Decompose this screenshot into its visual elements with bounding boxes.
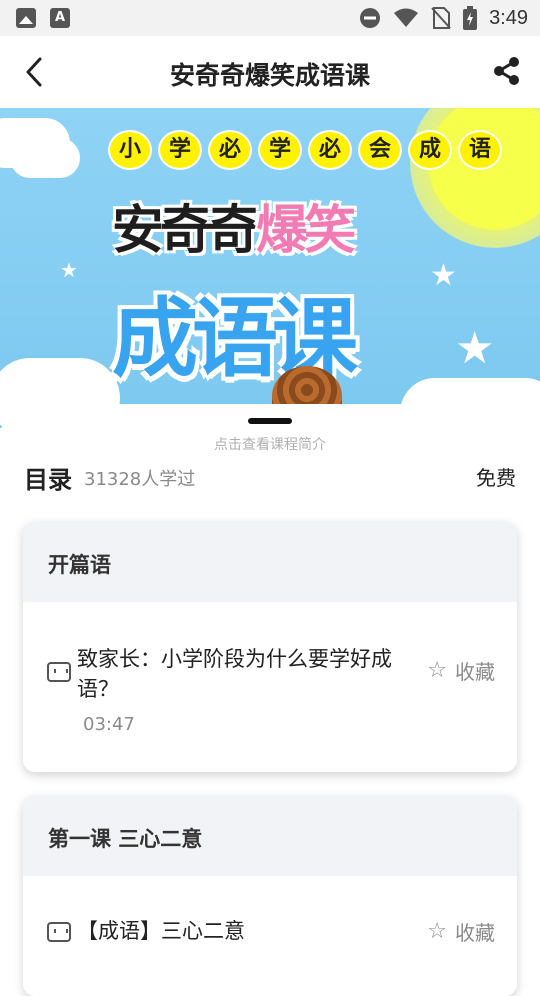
image-icon [16,8,36,28]
star-icon: ★ [60,258,78,282]
favorite-button[interactable]: ☆ 收藏 [427,917,495,946]
battery-charging-icon [463,6,478,30]
section-title: 第一课 三心二意 [48,827,203,851]
course-intro-hint[interactable]: 点击查看课程简介 [0,434,540,454]
tagline-char: 小 [108,130,152,170]
tagline-char: 会 [358,130,402,170]
no-sim-icon [431,7,451,29]
font-a-icon: A [50,8,70,28]
lesson-item[interactable]: 【成语】三心二意 ☆ 收藏 [23,876,517,996]
course-banner: 小 学 必 学 必 会 成 语 安奇奇爆笑 成语课 ★ ★ ★ [0,108,540,428]
tagline-char: 必 [308,130,352,170]
lesson-title: 【成语】三心二意 [77,919,245,943]
star-outline-icon: ☆ [427,919,447,944]
lesson-item[interactable]: 致家长：小学阶段为什么要学好成语？ 03:47 ☆ 收藏 [23,602,517,772]
section-card: 开篇语 致家长：小学阶段为什么要学好成语？ 03:47 ☆ 收藏 [23,522,517,772]
tagline-char: 成 [408,130,452,170]
status-time: 3:49 [489,6,528,29]
lesson-title: 致家长：小学阶段为什么要学好成语？ [77,647,392,701]
banner-title-line1: 安奇奇爆笑 [112,188,356,263]
share-icon[interactable] [492,56,522,86]
section-card: 第一课 三心二意 【成语】三心二意 ☆ 收藏 [23,796,517,996]
wifi-icon [394,8,419,27]
favorite-button[interactable]: ☆ 收藏 [427,656,495,685]
price-label: 免费 [476,466,516,490]
tagline-char: 学 [258,130,302,170]
audio-lesson-icon [47,922,71,942]
tagline-char: 学 [158,130,202,170]
section-header[interactable]: 开篇语 [23,522,517,602]
nav-bar: 安奇奇爆笑成语课 [0,36,540,108]
banner-title-dark: 安奇奇 [112,201,260,261]
page-title: 安奇奇爆笑成语课 [169,61,370,90]
status-bar: A 3:49 [0,0,540,36]
cloud-illustration [10,138,80,178]
lesson-duration: 03:47 [83,714,135,735]
star-icon: ★ [430,258,457,293]
banner-tagline: 小 学 必 学 必 会 成 语 [108,130,502,170]
toc-title: 目录 [24,466,72,494]
favorite-label: 收藏 [455,921,495,945]
course-sheet: 点击查看课程简介 目录 31328人学过 免费 开篇语 致家长：小学阶段为什么要… [0,404,540,996]
section-header[interactable]: 第一课 三心二意 [23,796,517,876]
section-title: 开篇语 [48,553,111,577]
learned-count: 31328人学过 [84,469,196,490]
drag-handle[interactable] [248,418,292,424]
star-icon: ★ [455,323,495,374]
banner-title-pink: 爆笑 [256,201,356,261]
favorite-label: 收藏 [455,660,495,684]
tagline-char: 语 [458,130,502,170]
sun-illustration [410,108,540,248]
star-outline-icon: ☆ [427,658,447,683]
dnd-icon [360,8,381,28]
tagline-char: 必 [208,130,252,170]
audio-lesson-icon [47,662,71,682]
